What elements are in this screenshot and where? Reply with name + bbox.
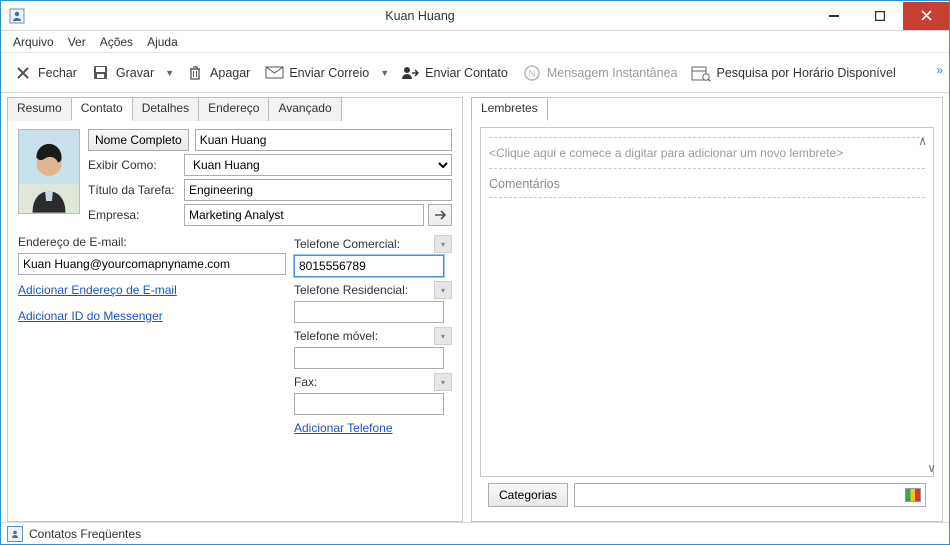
phone-home-label: Telefone Residencial:: [294, 283, 430, 297]
im-label: Mensagem Instantânea: [547, 66, 678, 80]
minimize-button[interactable]: [811, 2, 857, 30]
left-pane: Resumo Contato Detalhes Endereço Avançad…: [7, 97, 463, 522]
phone-business-label: Telefone Comercial:: [294, 237, 430, 251]
tab-advanced[interactable]: Avançado: [268, 97, 341, 121]
menu-actions[interactable]: Ações: [94, 33, 139, 51]
add-phone-link[interactable]: Adicionar Telefone: [294, 421, 393, 435]
close-button[interactable]: [903, 2, 949, 30]
window-controls: [811, 2, 949, 30]
categories-button[interactable]: Categorias: [488, 483, 568, 507]
scroll-up-icon[interactable]: ∧: [918, 134, 927, 148]
send-mail-label: Enviar Correio: [289, 66, 369, 80]
tab-contact[interactable]: Contato: [71, 97, 133, 121]
phone-home-input[interactable]: [294, 301, 444, 323]
im-icon: N: [522, 63, 542, 83]
search-freebusy-button[interactable]: Pesquisa por Horário Disponível: [685, 59, 901, 87]
job-title-label: Título da Tarefa:: [88, 183, 178, 197]
menubar: Arquivo Ver Ações Ajuda: [1, 31, 949, 53]
categories-field[interactable]: [574, 483, 926, 507]
phone-mobile-dropdown[interactable]: ▾: [434, 327, 452, 345]
delete-label: Apagar: [210, 66, 250, 80]
separator-top: [489, 137, 925, 138]
phone-mobile-label: Telefone móvel:: [294, 329, 430, 343]
close-icon: [13, 63, 33, 83]
delete-tool-button[interactable]: Apagar: [179, 59, 256, 87]
reminders-frame: <Clique aqui e comece a digitar para adi…: [480, 127, 934, 477]
envelope-icon: [264, 63, 284, 83]
phone-mobile-input[interactable]: [294, 347, 444, 369]
save-icon: [91, 63, 111, 83]
right-tabs: Lembretes: [471, 96, 942, 120]
trash-icon: [185, 63, 205, 83]
phone-home-dropdown[interactable]: ▾: [434, 281, 452, 299]
separator-bottom: [489, 197, 925, 198]
content: Resumo Contato Detalhes Endereço Avançad…: [1, 93, 949, 522]
close-tool-button[interactable]: Fechar: [7, 59, 83, 87]
menu-help[interactable]: Ajuda: [141, 33, 184, 51]
mail-dropdown-caret[interactable]: ▼: [377, 68, 392, 78]
company-input[interactable]: [184, 204, 424, 226]
email-input[interactable]: [18, 253, 286, 275]
im-button: N Mensagem Instantânea: [516, 59, 684, 87]
statusbar: Contatos Freqüentes: [1, 522, 949, 544]
new-reminder-placeholder[interactable]: <Clique aqui e comece a digitar para adi…: [489, 146, 925, 160]
tab-address[interactable]: Endereço: [198, 97, 269, 121]
save-label: Gravar: [116, 66, 154, 80]
send-mail-button[interactable]: Enviar Correio: [258, 59, 375, 87]
menu-file[interactable]: Arquivo: [7, 33, 60, 51]
toolbar-overflow[interactable]: »: [936, 63, 943, 77]
add-email-link[interactable]: Adicionar Endereço de E-mail: [18, 283, 177, 297]
window: Kuan Huang Arquivo Ver Ações Ajuda Fecha…: [0, 0, 950, 545]
tab-reminders[interactable]: Lembretes: [471, 97, 548, 121]
email-label: Endereço de E-mail:: [18, 235, 286, 249]
tab-details[interactable]: Detalhes: [132, 97, 199, 121]
send-contact-label: Enviar Contato: [425, 66, 508, 80]
separator-mid: [489, 168, 925, 169]
svg-text:N: N: [529, 68, 536, 78]
phone-fax-input[interactable]: [294, 393, 444, 415]
tab-summary[interactable]: Resumo: [7, 97, 72, 121]
full-name-button[interactable]: Nome Completo: [88, 129, 189, 151]
right-pane: Lembretes <Clique aqui e comece a digita…: [471, 97, 943, 522]
toolbar: Fechar Gravar ▼ Apagar Enviar Correio ▼ …: [1, 53, 949, 93]
user-arrow-icon: [400, 63, 420, 83]
display-as-select[interactable]: Kuan Huang: [184, 154, 452, 176]
contact-book-icon: [7, 526, 23, 542]
comments-label: Comentários: [489, 177, 925, 191]
app-icon: [5, 4, 29, 28]
maximize-button[interactable]: [857, 2, 903, 30]
search-freebusy-label: Pesquisa por Horário Disponível: [716, 66, 895, 80]
display-as-label: Exibir Como:: [88, 158, 178, 172]
add-im-link[interactable]: Adicionar ID do Messenger: [18, 309, 163, 323]
phone-business-input[interactable]: [294, 255, 444, 277]
menu-view[interactable]: Ver: [62, 33, 92, 51]
titlebar: Kuan Huang: [1, 1, 949, 31]
categories-bar: Categorias: [480, 477, 934, 515]
full-name-input[interactable]: [195, 129, 452, 151]
contact-avatar[interactable]: [18, 129, 80, 214]
reminders-body: <Clique aqui e comece a digitar para adi…: [472, 121, 942, 521]
company-share-button[interactable]: [428, 204, 452, 226]
scroll-down-icon[interactable]: ∨: [927, 461, 936, 475]
left-tabs: Resumo Contato Detalhes Endereço Avançad…: [7, 96, 462, 120]
save-tool-button[interactable]: Gravar: [85, 59, 160, 87]
calendar-search-icon: [691, 63, 711, 83]
window-title: Kuan Huang: [29, 9, 811, 23]
job-title-input[interactable]: [184, 179, 452, 201]
categories-swatch-icon[interactable]: [905, 488, 921, 502]
company-label: Empresa:: [88, 208, 178, 222]
save-dropdown-caret[interactable]: ▼: [162, 68, 177, 78]
phone-fax-dropdown[interactable]: ▾: [434, 373, 452, 391]
statusbar-text[interactable]: Contatos Freqüentes: [29, 527, 141, 541]
phone-fax-label: Fax:: [294, 375, 430, 389]
close-label: Fechar: [38, 66, 77, 80]
phone-business-dropdown[interactable]: ▾: [434, 235, 452, 253]
contact-pane-body: Nome Completo Exibir Como: Kuan Huang Tí…: [8, 121, 462, 521]
send-contact-button[interactable]: Enviar Contato: [394, 59, 514, 87]
